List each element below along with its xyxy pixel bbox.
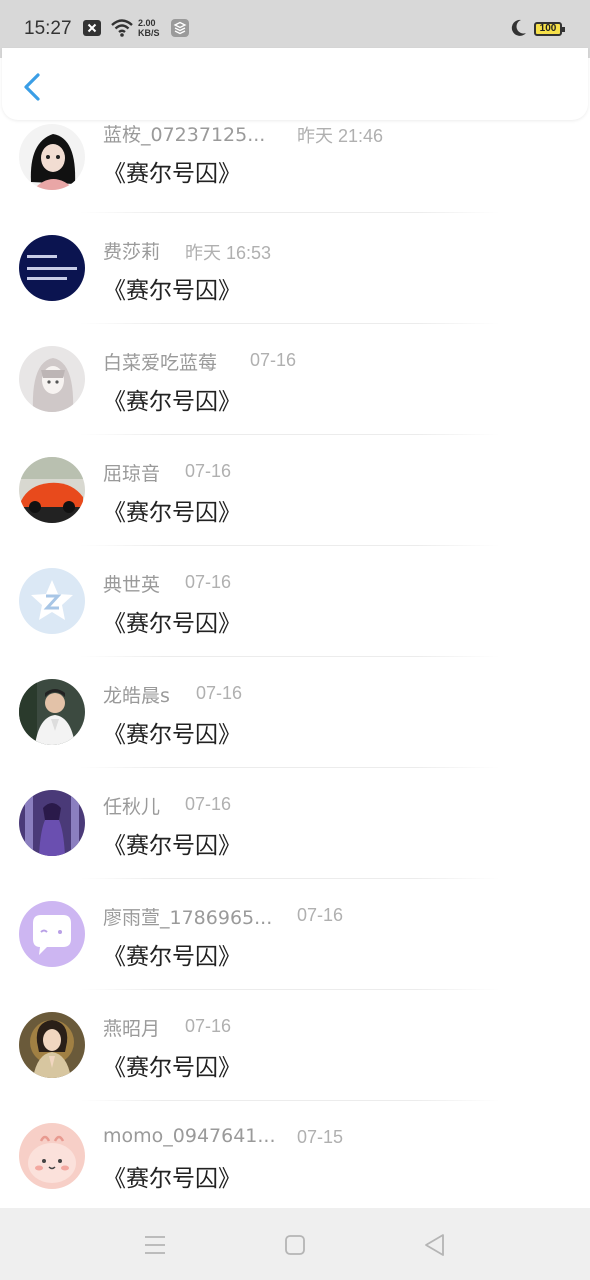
message-time: 昨天 16:53 <box>185 243 272 263</box>
message-preview: 《赛尔号囚》 <box>103 161 241 187</box>
message-time: 07-16 <box>297 905 344 925</box>
speed-unit: KB/S <box>138 28 160 38</box>
conversation-item[interactable]: 典世英 07-16 《赛尔号囚》 <box>0 558 590 669</box>
menu-button[interactable] <box>140 1230 170 1260</box>
avatar[interactable] <box>19 235 85 301</box>
back-triangle-icon <box>425 1234 444 1256</box>
stack-app-icon <box>170 18 190 42</box>
message-time: 07-16 <box>185 461 232 481</box>
contact-name: 蓝桉_07237125... <box>103 124 266 146</box>
message-time: 07-16 <box>250 350 297 370</box>
divider <box>80 212 500 213</box>
conversation-item[interactable]: 任秋儿 07-16 《赛尔号囚》 <box>0 780 590 891</box>
avatar[interactable] <box>19 346 85 412</box>
back-button[interactable] <box>18 70 48 104</box>
divider <box>80 878 500 879</box>
contact-name: 龙皓晨s <box>103 685 170 707</box>
avatar[interactable] <box>19 124 85 190</box>
divider <box>80 323 500 324</box>
message-preview: 《赛尔号囚》 <box>103 944 241 970</box>
chevron-left-icon <box>24 73 40 101</box>
status-time: 15:27 <box>24 18 72 39</box>
divider <box>80 989 500 990</box>
conversation-item[interactable]: momo_0947641... 07-15 《赛尔号囚》 <box>0 1113 590 1208</box>
message-preview: 《赛尔号囚》 <box>103 1166 241 1192</box>
conversation-item[interactable]: 蓝桉_07237125... 昨天 21:46 《赛尔号囚》 <box>0 120 590 225</box>
contact-name: momo_0947641... <box>103 1125 276 1147</box>
home-button[interactable] <box>280 1230 310 1260</box>
avatar[interactable] <box>19 1123 85 1189</box>
divider <box>80 767 500 768</box>
contact-name: 燕昭月 <box>103 1018 161 1040</box>
conversation-item[interactable]: 龙皓晨s 07-16 《赛尔号囚》 <box>0 669 590 780</box>
network-speed: 2.00 KB/S <box>138 18 160 38</box>
avatar[interactable] <box>19 457 85 523</box>
message-preview: 《赛尔号囚》 <box>103 722 241 748</box>
message-time: 昨天 21:46 <box>297 126 384 146</box>
back-nav-button[interactable] <box>420 1230 450 1260</box>
contact-name: 费莎莉 <box>103 241 161 263</box>
avatar[interactable] <box>19 679 85 745</box>
conversation-item[interactable]: 廖雨萱_1786965... 07-16 《赛尔号囚》 <box>0 891 590 1002</box>
message-time: 07-16 <box>196 683 243 703</box>
system-navigation-bar <box>0 1208 590 1280</box>
contact-name: 廖雨萱_1786965... <box>103 907 273 929</box>
avatar[interactable] <box>19 1012 85 1078</box>
avatar[interactable] <box>19 568 85 634</box>
contact-name: 任秋儿 <box>103 796 161 818</box>
contact-name: 屈琼音 <box>103 463 161 485</box>
divider <box>80 545 500 546</box>
conversation-item[interactable]: 屈琼音 07-16 《赛尔号囚》 <box>0 447 590 558</box>
menu-icon <box>145 1236 165 1254</box>
conversation-item[interactable]: 费莎莉 昨天 16:53 《赛尔号囚》 <box>0 225 590 336</box>
home-square-icon <box>285 1235 305 1255</box>
header-bar <box>2 48 588 120</box>
message-preview: 《赛尔号囚》 <box>103 278 241 304</box>
notification-close-icon <box>82 18 102 42</box>
message-preview: 《赛尔号囚》 <box>103 1055 241 1081</box>
speed-value: 2.00 <box>138 18 156 28</box>
message-time: 07-15 <box>297 1127 344 1147</box>
message-preview: 《赛尔号囚》 <box>103 833 241 859</box>
contact-name: 白菜爱吃蓝莓 <box>103 352 218 374</box>
divider <box>80 656 500 657</box>
divider <box>80 434 500 435</box>
message-time: 07-16 <box>185 794 232 814</box>
conversation-item[interactable]: 燕昭月 07-16 《赛尔号囚》 <box>0 1002 590 1113</box>
message-time: 07-16 <box>185 572 232 592</box>
divider <box>80 1100 500 1101</box>
message-time: 07-16 <box>185 1016 232 1036</box>
message-preview: 《赛尔号囚》 <box>103 500 241 526</box>
message-preview: 《赛尔号囚》 <box>103 389 241 415</box>
message-preview: 《赛尔号囚》 <box>103 611 241 637</box>
wifi-icon <box>110 18 134 42</box>
avatar[interactable] <box>19 901 85 967</box>
conversation-item[interactable]: 白菜爱吃蓝莓 07-16 《赛尔号囚》 <box>0 336 590 447</box>
moon-icon <box>508 18 528 42</box>
contact-name: 典世英 <box>103 574 161 596</box>
battery-indicator: 100 <box>534 22 565 36</box>
avatar[interactable] <box>19 790 85 856</box>
conversation-list[interactable]: 蓝桉_07237125... 昨天 21:46 《赛尔号囚》 费莎莉 昨天 16… <box>0 120 590 1208</box>
